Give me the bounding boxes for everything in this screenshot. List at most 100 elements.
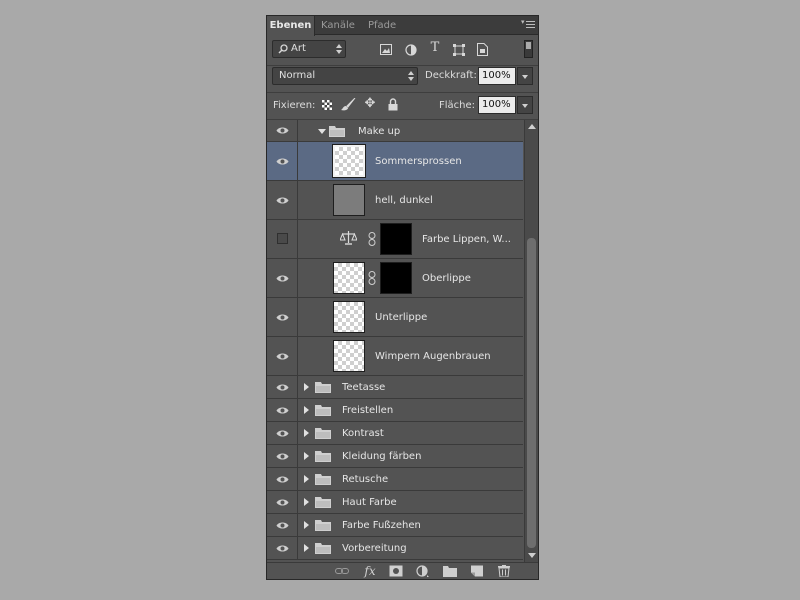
lock-move-icon[interactable]: ✥ [363, 97, 377, 110]
eye-icon[interactable] [276, 429, 289, 438]
eye-icon[interactable] [276, 352, 289, 361]
visibility-cell[interactable] [267, 399, 298, 421]
add-mask-icon[interactable] [389, 565, 403, 577]
tab-ebenen[interactable]: Ebenen [267, 16, 315, 36]
eye-icon[interactable] [276, 452, 289, 461]
tab-pfade[interactable]: Pfade [368, 16, 402, 35]
layer-sommersprossen[interactable]: Sommersprossen [267, 142, 523, 181]
lock-all-icon[interactable] [388, 98, 398, 111]
opacity-label: Deckkraft: [425, 70, 477, 81]
eye-icon[interactable] [276, 383, 289, 392]
layer-mask-thumbnail[interactable] [380, 223, 412, 255]
eye-icon[interactable] [276, 498, 289, 507]
visibility-cell[interactable] [267, 120, 298, 141]
visibility-off-box[interactable] [277, 233, 288, 244]
layer-name: Unterlippe [375, 312, 428, 323]
eye-icon[interactable] [276, 196, 289, 205]
visibility-cell[interactable] [267, 422, 298, 444]
visibility-cell[interactable] [267, 142, 298, 180]
visibility-cell[interactable] [267, 220, 298, 258]
smart-object-filter-icon[interactable] [477, 43, 488, 56]
tab-kanaele[interactable]: Kanäle [321, 16, 361, 35]
layer-group-kontrast[interactable]: Kontrast [267, 422, 523, 445]
eye-icon[interactable] [276, 126, 289, 135]
layer-thumbnail[interactable] [332, 144, 366, 178]
filter-kind-select[interactable]: Art [272, 40, 346, 58]
eye-icon[interactable] [276, 274, 289, 283]
visibility-cell[interactable] [267, 298, 298, 336]
layer-thumbnail[interactable] [333, 262, 365, 294]
visibility-cell[interactable] [267, 376, 298, 398]
collapse-triangle-icon[interactable] [318, 129, 326, 134]
eye-icon[interactable] [276, 406, 289, 415]
layer-name: Farbe Fußzehen [342, 520, 421, 531]
visibility-cell[interactable] [267, 537, 298, 559]
new-layer-icon[interactable] [470, 565, 484, 577]
layer-group-make-up[interactable]: Make up [267, 120, 523, 142]
visibility-cell[interactable] [267, 491, 298, 513]
expand-triangle-icon[interactable] [304, 406, 309, 414]
expand-triangle-icon[interactable] [304, 475, 309, 483]
eye-icon[interactable] [276, 544, 289, 553]
link-chain-icon[interactable] [368, 232, 376, 246]
expand-triangle-icon[interactable] [304, 521, 309, 529]
folder-icon [315, 405, 331, 416]
layer-group-freistellen[interactable]: Freistellen [267, 399, 523, 422]
layer-thumbnail[interactable] [333, 184, 365, 216]
shape-filter-icon[interactable] [453, 44, 465, 56]
expand-triangle-icon[interactable] [304, 452, 309, 460]
expand-triangle-icon[interactable] [304, 544, 309, 552]
new-adjustment-icon[interactable] [416, 565, 430, 577]
layer-group-farbe-fusszehen[interactable]: Farbe Fußzehen [267, 514, 523, 537]
layer-farbe-lippen[interactable]: Farbe Lippen, W... [267, 220, 523, 259]
link-chain-icon[interactable] [368, 271, 376, 285]
scroll-down-arrow-icon[interactable] [528, 553, 536, 558]
fill-input[interactable]: 100% [478, 96, 516, 114]
visibility-cell[interactable] [267, 514, 298, 536]
lock-transparency-icon[interactable] [322, 100, 332, 110]
layers-scrollbar[interactable] [524, 120, 538, 562]
opacity-dropdown-button[interactable] [517, 67, 533, 85]
eye-icon[interactable] [276, 157, 289, 166]
layer-hell-dunkel[interactable]: hell, dunkel [267, 181, 523, 220]
filter-toggle-switch[interactable] [524, 40, 533, 58]
layer-group-retusche[interactable]: Retusche [267, 468, 523, 491]
eye-icon[interactable] [276, 521, 289, 530]
layer-group-teetasse[interactable]: Teetasse [267, 376, 523, 399]
expand-triangle-icon[interactable] [304, 498, 309, 506]
layers-list: Make up Sommersprossen hell, dunkel Farb… [267, 120, 523, 562]
fill-dropdown-button[interactable] [517, 96, 533, 114]
layer-group-haut-farbe[interactable]: Haut Farbe [267, 491, 523, 514]
layer-oberlippe[interactable]: Oberlippe [267, 259, 523, 298]
layer-group-kleidung-faerben[interactable]: Kleidung färben [267, 445, 523, 468]
text-filter-icon[interactable]: T [429, 41, 441, 54]
layer-thumbnail[interactable] [333, 301, 365, 333]
link-layers-icon[interactable] [335, 565, 349, 577]
visibility-cell[interactable] [267, 445, 298, 467]
new-group-icon[interactable] [443, 565, 457, 577]
layer-mask-thumbnail[interactable] [380, 262, 412, 294]
scrollbar-thumb[interactable] [527, 238, 536, 548]
blend-mode-select[interactable]: Normal [272, 67, 418, 85]
adjustment-filter-icon[interactable] [405, 44, 417, 56]
expand-triangle-icon[interactable] [304, 383, 309, 391]
scroll-up-arrow-icon[interactable] [528, 124, 536, 129]
panel-menu-icon[interactable]: ▾ [521, 19, 535, 31]
visibility-cell[interactable] [267, 337, 298, 375]
layer-unterlippe[interactable]: Unterlippe [267, 298, 523, 337]
visibility-cell[interactable] [267, 468, 298, 490]
visibility-cell[interactable] [267, 259, 298, 297]
opacity-input[interactable]: 100% [478, 67, 516, 85]
layer-wimpern-augenbrauen[interactable]: Wimpern Augenbrauen [267, 337, 523, 376]
eye-icon[interactable] [276, 475, 289, 484]
visibility-cell[interactable] [267, 181, 298, 219]
image-filter-icon[interactable] [380, 44, 392, 55]
layer-group-vorbereitung[interactable]: Vorbereitung [267, 537, 523, 560]
trash-icon[interactable] [497, 565, 511, 577]
fx-styles-button[interactable]: fx [361, 565, 379, 577]
layer-thumbnail[interactable] [333, 340, 365, 372]
expand-triangle-icon[interactable] [304, 429, 309, 437]
folder-icon [315, 474, 331, 485]
lock-brush-icon[interactable] [341, 98, 356, 111]
eye-icon[interactable] [276, 313, 289, 322]
